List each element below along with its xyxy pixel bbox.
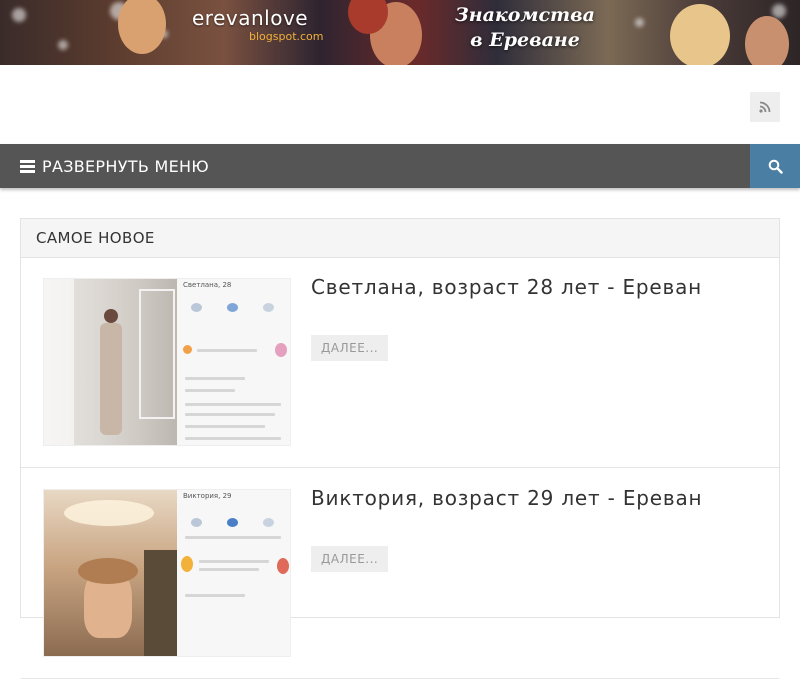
- person-head: [104, 309, 118, 323]
- banner-person: [670, 4, 730, 65]
- site-logo[interactable]: erevanlove: [192, 6, 308, 30]
- post-item: Виктория, 29 Виктория, возраст 29 лет - …: [21, 468, 779, 679]
- banner-person: [745, 16, 789, 65]
- profile-text-line: [199, 568, 259, 571]
- ceiling-light: [64, 500, 154, 526]
- post-title-link[interactable]: Виктория, возраст 29 лет - Ереван: [311, 486, 702, 510]
- reaction-icon: [227, 303, 238, 312]
- profile-text-line: [185, 594, 245, 597]
- curtain: [44, 279, 74, 445]
- profile-text-line: [185, 536, 281, 539]
- post-title-link[interactable]: Светлана, возраст 28 лет - Ереван: [311, 275, 702, 299]
- profile-card-name: Виктория, 29: [183, 492, 232, 500]
- profile-photo: [44, 279, 177, 445]
- widget-title: САМОЕ НОВОЕ: [21, 219, 779, 258]
- read-more-button[interactable]: ДАЛЕЕ...: [311, 335, 389, 361]
- window-frame: [139, 289, 175, 419]
- post-thumbnail[interactable]: Светлана, 28: [43, 278, 291, 446]
- menu-toggle-label: РАЗВЕРНУТЬ МЕНЮ: [42, 156, 209, 176]
- menu-toggle-button[interactable]: РАЗВЕРНУТЬ МЕНЮ: [20, 144, 209, 188]
- profile-card-preview: Виктория, 29: [177, 490, 290, 656]
- profile-photo: [44, 490, 177, 656]
- post-thumbnail[interactable]: Виктория, 29: [43, 489, 291, 657]
- rss-icon: [759, 101, 771, 113]
- search-button[interactable]: [750, 144, 800, 188]
- reaction-icon: [227, 518, 238, 527]
- reaction-icon: [263, 303, 274, 312]
- profile-text-line: [185, 389, 235, 392]
- bokeh-light: [58, 40, 68, 50]
- header-banner[interactable]: erevanlove blogspot.com Знакомства в Ере…: [0, 0, 800, 65]
- reaction-icon: [191, 303, 202, 312]
- reaction-icon: [263, 518, 274, 527]
- person-figure: [100, 323, 122, 435]
- profile-text-line: [197, 349, 257, 352]
- gift-icon: [181, 556, 193, 572]
- post-item: Светлана, 28 Светлана, возраст 28 лет - …: [21, 257, 779, 468]
- profile-card-preview: Светлана, 28: [177, 279, 290, 445]
- profile-text-line: [185, 437, 281, 440]
- header-strip: [0, 65, 800, 144]
- profile-text-line: [199, 560, 269, 563]
- bokeh-light: [12, 8, 26, 22]
- latest-posts-widget: САМОЕ НОВОЕ Светлана, 28 Светлана, возра…: [20, 218, 780, 679]
- profile-text-line: [185, 425, 265, 428]
- search-icon: [768, 159, 783, 174]
- profile-card-name: Светлана, 28: [183, 281, 232, 289]
- hamburger-icon: [20, 159, 35, 173]
- profile-text-line: [185, 413, 275, 416]
- sticker-icon: [275, 343, 287, 357]
- profile-text-line: [185, 377, 245, 380]
- gift-icon: [183, 345, 192, 354]
- read-more-button[interactable]: ДАЛЕЕ...: [311, 546, 389, 572]
- banner-person: [118, 0, 166, 54]
- reaction-icon: [191, 518, 202, 527]
- sticker-icon: [277, 558, 289, 574]
- banner-slogan: Знакомства в Ереване: [455, 4, 595, 51]
- background-plants: [144, 550, 177, 656]
- site-logo-subtitle: blogspot.com: [249, 30, 324, 43]
- main-navbar: РАЗВЕРНУТЬ МЕНЮ: [0, 144, 800, 188]
- profile-text-line: [185, 403, 281, 406]
- bokeh-light: [635, 18, 644, 27]
- rss-button[interactable]: [750, 92, 780, 122]
- person-hair: [78, 558, 138, 584]
- bokeh-light: [772, 4, 786, 18]
